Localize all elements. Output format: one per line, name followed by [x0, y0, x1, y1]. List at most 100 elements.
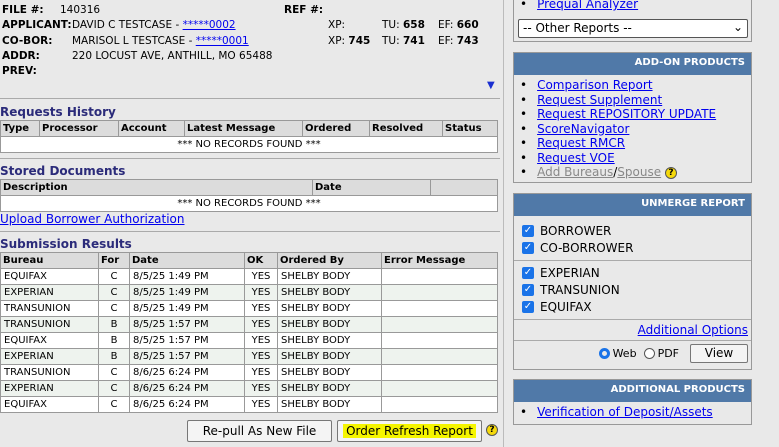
- table-cell: [381, 316, 498, 333]
- table-row: EXPERIAN B 8/5/25 1:57 PM YES SHELBY BODY: [0, 348, 498, 365]
- view-button[interactable]: View: [690, 344, 748, 363]
- prequal-analyzer-link[interactable]: Prequal Analyzer: [537, 0, 638, 11]
- col-header: Status: [442, 120, 498, 137]
- table-cell: YES: [244, 364, 278, 381]
- table-cell: SHELBY BODY: [277, 332, 382, 349]
- expand-triangle-icon[interactable]: ▼: [487, 80, 495, 91]
- stored-documents-table: Description Date *** NO RECORDS FOUND **…: [0, 179, 498, 212]
- table-cell: YES: [244, 348, 278, 365]
- file-number: 140316: [60, 4, 101, 16]
- no-records: *** NO RECORDS FOUND ***: [0, 195, 498, 212]
- checkmark-icon: ✓: [522, 241, 534, 254]
- upload-borrower-authorization-link[interactable]: Upload Borrower Authorization: [0, 212, 185, 226]
- table-cell: TRANSUNION: [0, 316, 99, 333]
- table-cell: C: [98, 268, 130, 285]
- equifax-checkbox[interactable]: ✓ EQUIFAX: [514, 298, 751, 315]
- addon-link[interactable]: Request VOE: [537, 151, 615, 165]
- addon-link[interactable]: Request RMCR: [537, 136, 625, 150]
- divider: [0, 98, 500, 99]
- table-cell: B: [98, 332, 130, 349]
- addon-link[interactable]: Request REPOSITORY UPDATE: [537, 107, 716, 121]
- help-icon[interactable]: ?: [486, 424, 498, 436]
- table-cell: SHELBY BODY: [277, 348, 382, 365]
- table-cell: 8/6/25 6:24 PM: [129, 364, 245, 381]
- coborrower-xp: XP: 745: [328, 35, 371, 47]
- spouse-link[interactable]: Spouse: [617, 165, 661, 179]
- applicant-tu: TU: 658: [382, 19, 425, 31]
- other-reports-select[interactable]: -- Other Reports -- ⌄: [518, 19, 748, 38]
- table-cell: YES: [244, 316, 278, 333]
- table-cell: SHELBY BODY: [277, 268, 382, 285]
- table-cell: SHELBY BODY: [277, 396, 382, 413]
- table-cell: 8/5/25 1:49 PM: [129, 284, 245, 301]
- co-borrower-checkbox[interactable]: ✓ CO-BORROWER: [514, 239, 751, 256]
- submission-results-title: Submission Results: [0, 237, 132, 251]
- checkbox-label: EQUIFAX: [540, 299, 592, 314]
- table-cell: 8/6/25 6:24 PM: [129, 396, 245, 413]
- col-header: Bureau: [0, 252, 99, 269]
- table-cell: TRANSUNION: [0, 300, 99, 317]
- table-cell: 8/5/25 1:49 PM: [129, 268, 245, 285]
- transunion-checkbox[interactable]: ✓ TRANSUNION: [514, 281, 751, 298]
- web-label: Web: [612, 347, 637, 360]
- pdf-radio[interactable]: [643, 348, 655, 359]
- table-cell: [381, 332, 498, 349]
- col-header: Description: [0, 179, 313, 196]
- table-row: TRANSUNION C 8/6/25 6:24 PM YES SHELBY BODY: [0, 364, 498, 381]
- table-cell: C: [98, 364, 130, 381]
- table-cell: YES: [244, 396, 278, 413]
- table-cell: [381, 300, 498, 317]
- additional-options-link[interactable]: Additional Options: [638, 323, 748, 337]
- additional-products-header: ADDITIONAL PRODUCTS: [514, 380, 751, 402]
- table-cell: YES: [244, 332, 278, 349]
- table-row: EQUIFAX B 8/5/25 1:57 PM YES SHELBY BODY: [0, 332, 498, 349]
- table-cell: 8/5/25 1:57 PM: [129, 348, 245, 365]
- help-icon[interactable]: ?: [664, 166, 677, 179]
- additional-products-box: ADDITIONAL PRODUCTS Verification of Depo…: [513, 379, 752, 425]
- applicant-ssn-link[interactable]: *****0002: [183, 19, 236, 31]
- borrower-checkbox[interactable]: ✓ BORROWER: [514, 222, 751, 239]
- checkmark-icon: ✓: [522, 224, 534, 237]
- add-on-products-header: ADD-ON PRODUCTS: [514, 53, 751, 75]
- add-on-products-box: ADD-ON PRODUCTS Comparison ReportRequest…: [513, 52, 752, 183]
- addon-link[interactable]: Request Supplement: [537, 93, 662, 107]
- table-cell: YES: [244, 300, 278, 317]
- verification-of-deposit-link[interactable]: Verification of Deposit/Assets: [537, 405, 713, 419]
- addr-value: 220 LOCUST AVE, ANTHILL, MO 65488: [72, 50, 273, 62]
- table-cell: EQUIFAX: [0, 268, 99, 285]
- stored-documents-title: Stored Documents: [0, 164, 126, 178]
- order-refresh-report-label: Order Refresh Report: [343, 424, 476, 438]
- table-cell: SHELBY BODY: [277, 300, 382, 317]
- col-header: Processor: [39, 120, 119, 137]
- requests-history-title: Requests History: [0, 105, 116, 119]
- no-records: *** NO RECORDS FOUND ***: [0, 136, 498, 153]
- coborrower-ssn-link[interactable]: *****0001: [196, 35, 249, 47]
- table-cell: YES: [244, 284, 278, 301]
- order-refresh-report-button[interactable]: Order Refresh Report: [337, 420, 482, 442]
- unmerge-report-box: UNMERGE REPORT ✓ BORROWER ✓ CO-BORROWER ✓ E…: [513, 193, 752, 370]
- col-header: Resolved: [369, 120, 443, 137]
- table-row: EQUIFAX C 8/6/25 6:24 PM YES SHELBY BODY: [0, 396, 498, 413]
- column-divider: [503, 0, 504, 447]
- experian-checkbox[interactable]: ✓ EXPERIAN: [514, 264, 751, 281]
- table-cell: EQUIFAX: [0, 396, 99, 413]
- prev-label: PREV:: [2, 65, 37, 77]
- web-radio[interactable]: [598, 348, 610, 359]
- table-cell: EXPERIAN: [0, 284, 99, 301]
- addon-link[interactable]: Comparison Report: [537, 78, 652, 92]
- repull-as-new-file-button[interactable]: Re-pull As New File: [187, 420, 332, 442]
- table-cell: EXPERIAN: [0, 380, 99, 397]
- col-header: For: [98, 252, 130, 269]
- requests-table: Type Processor Account Latest Message Or…: [0, 120, 498, 153]
- table-cell: C: [98, 380, 130, 397]
- table-cell: B: [98, 316, 130, 333]
- add-bureaus-link[interactable]: Add Bureaus: [537, 165, 613, 179]
- col-header: Date: [129, 252, 245, 269]
- unmerge-report-header: UNMERGE REPORT: [514, 194, 751, 216]
- applicant-label: APPLICANT:: [2, 19, 72, 31]
- addon-link[interactable]: ScoreNavigator: [537, 122, 629, 136]
- col-header: Ordered By: [277, 252, 382, 269]
- table-cell: SHELBY BODY: [277, 284, 382, 301]
- coborrower-tu: TU: 741: [382, 35, 425, 47]
- checkbox-label: CO-BORROWER: [540, 240, 634, 255]
